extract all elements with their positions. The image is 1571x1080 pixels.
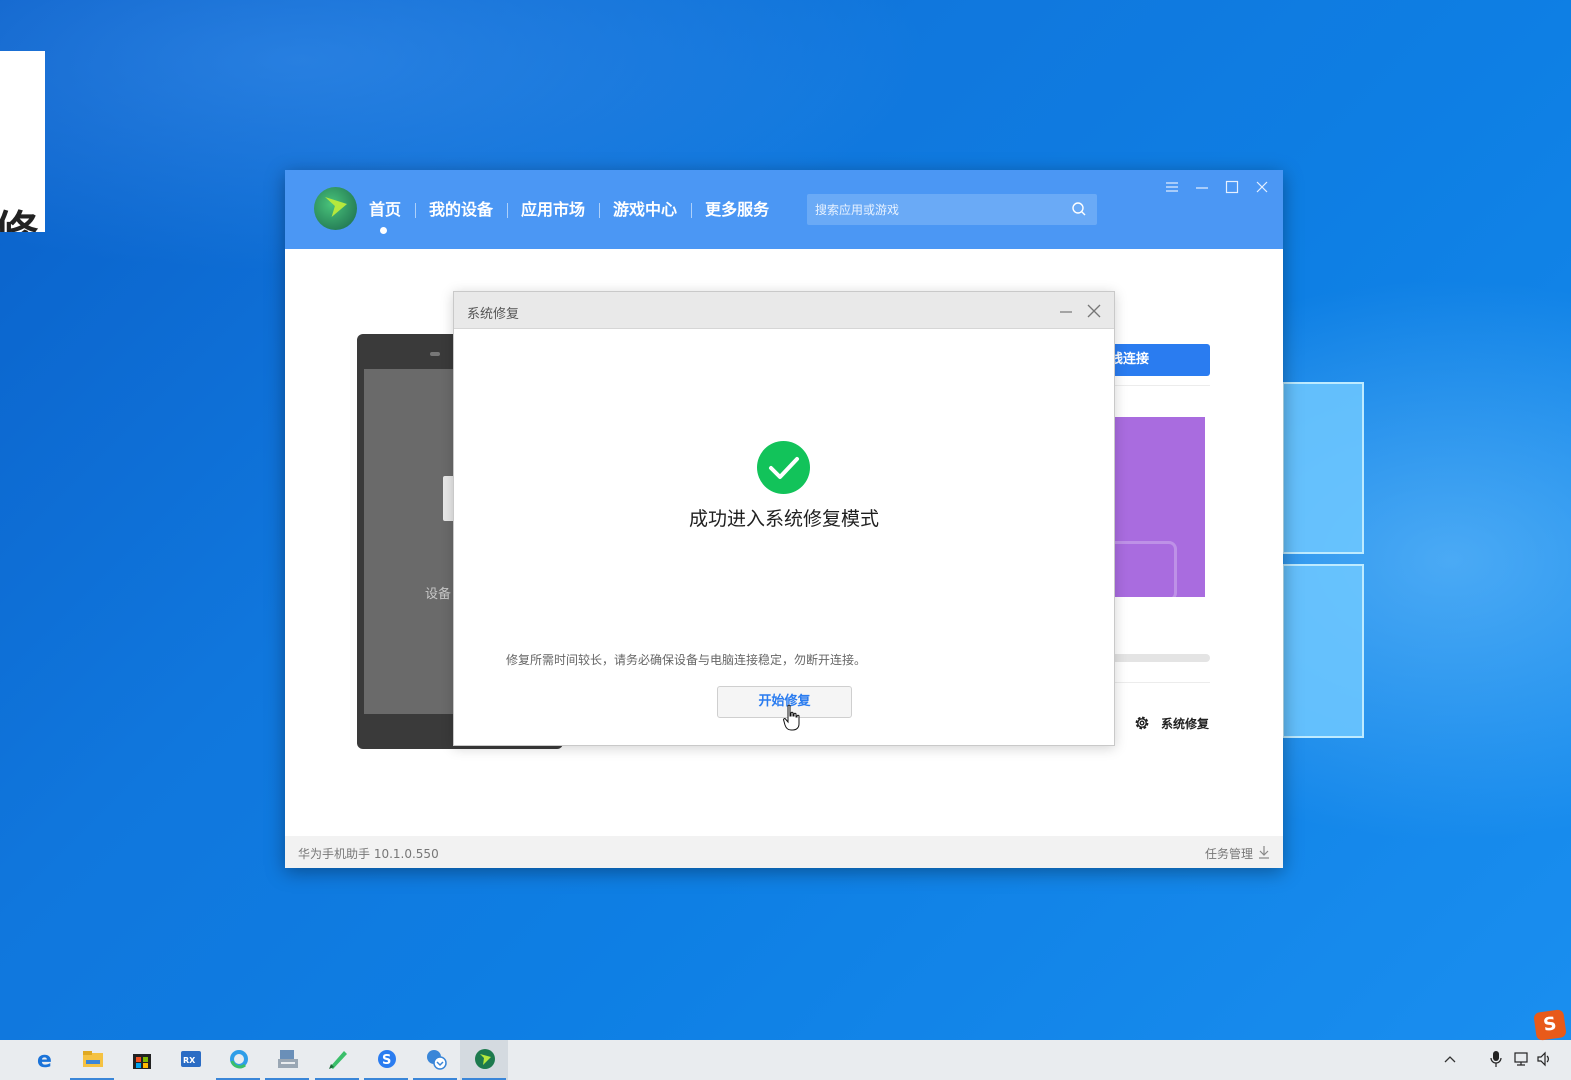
dialog-title: 系统修复 xyxy=(467,307,520,322)
main-nav: 首页 我的设备 应用市场 游戏中心 更多服务 xyxy=(369,198,783,222)
version-label: 华为手机助手 10.1.0.550 xyxy=(298,847,439,861)
svg-text:S: S xyxy=(382,1053,391,1068)
taskbar-sogou-browser[interactable]: S xyxy=(362,1040,410,1080)
store-icon xyxy=(133,1054,151,1069)
dialog-titlebar: 系统修复 xyxy=(454,292,1114,329)
taskbar-edge[interactable]: e xyxy=(20,1040,68,1080)
nav-game-center[interactable]: 游戏中心 xyxy=(599,198,691,222)
chevron-up-icon[interactable] xyxy=(1443,1052,1457,1066)
hisuite-icon xyxy=(475,1049,495,1069)
edge-icon: e xyxy=(37,1048,52,1070)
hand-cursor-icon xyxy=(783,704,800,731)
taskbar-hisuite[interactable] xyxy=(460,1040,508,1080)
nav-app-market[interactable]: 应用市场 xyxy=(507,198,599,222)
taskbar-downloader[interactable] xyxy=(411,1040,459,1080)
phone-speaker xyxy=(430,352,440,356)
browser-icon xyxy=(230,1050,248,1069)
app-footer: 华为手机助手 10.1.0.550 任务管理 xyxy=(285,836,1283,868)
taskbar-file-explorer[interactable] xyxy=(68,1040,116,1080)
minimize-icon[interactable] xyxy=(1058,303,1074,319)
ime-sogou-icon[interactable]: S xyxy=(1533,1009,1567,1041)
close-icon[interactable] xyxy=(1254,179,1270,195)
rx-app-icon: RX xyxy=(181,1051,201,1067)
taskbar-rx-app[interactable]: RX xyxy=(166,1040,214,1080)
file-explorer-icon xyxy=(83,1051,103,1067)
svg-text:e: e xyxy=(37,1048,52,1070)
nav-more-services[interactable]: 更多服务 xyxy=(691,198,783,222)
success-check-icon xyxy=(757,441,810,494)
volume-icon[interactable] xyxy=(1536,1051,1552,1067)
system-repair-label: 系统修复 xyxy=(1161,716,1210,731)
close-icon[interactable] xyxy=(1086,303,1102,319)
sogou-browser-icon: S xyxy=(378,1050,396,1068)
hisuite-logo-icon xyxy=(314,187,357,230)
taskbar-pen-app[interactable] xyxy=(313,1040,361,1080)
nav-home[interactable]: 首页 xyxy=(369,198,415,222)
download-arrow-icon[interactable] xyxy=(1257,845,1271,859)
scanner-icon xyxy=(278,1050,298,1068)
nav-my-device[interactable]: 我的设备 xyxy=(415,198,507,222)
search-input[interactable] xyxy=(807,194,1067,225)
task-manager-link[interactable]: 任务管理 xyxy=(1205,845,1253,862)
taskbar: e RX S xyxy=(0,1040,1571,1080)
pen-app-icon xyxy=(329,1051,347,1069)
desktop-side-card: 修 xyxy=(0,51,45,232)
taskbar-store[interactable] xyxy=(117,1040,165,1080)
menu-icon[interactable] xyxy=(1164,179,1180,195)
success-message: 成功进入系统修复模式 xyxy=(688,508,879,530)
phone-status-label: 设备 xyxy=(425,587,452,602)
side-card-text: 修 xyxy=(0,211,38,233)
maximize-icon[interactable] xyxy=(1224,179,1240,195)
network-icon[interactable] xyxy=(1513,1051,1529,1067)
search-icon[interactable] xyxy=(1072,202,1086,216)
download-icon xyxy=(427,1050,447,1070)
app-header: 首页 我的设备 应用市场 游戏中心 更多服务 xyxy=(285,170,1283,249)
search-box[interactable] xyxy=(807,194,1097,225)
microphone-icon[interactable] xyxy=(1490,1050,1502,1068)
windows-logo xyxy=(1282,382,1364,738)
gear-icon xyxy=(1135,716,1149,730)
taskbar-browser[interactable] xyxy=(214,1040,262,1080)
system-repair-link[interactable]: 系统修复 xyxy=(1133,713,1209,733)
taskbar-scanner[interactable] xyxy=(263,1040,311,1080)
svg-text:RX: RX xyxy=(183,1056,196,1065)
nav-active-indicator xyxy=(380,227,387,234)
warning-message: 修复所需时间较长，请务必确保设备与电脑连接稳定，勿断开连接。 xyxy=(506,653,867,667)
minimize-icon[interactable] xyxy=(1194,179,1210,195)
system-repair-dialog: 系统修复 成功进入系统修复模式 修复所需时间较长，请务必确保设备与电脑连接稳定，… xyxy=(453,291,1115,746)
